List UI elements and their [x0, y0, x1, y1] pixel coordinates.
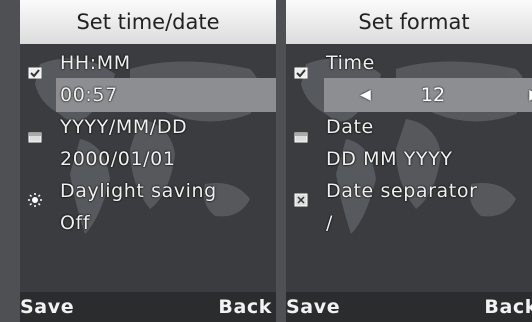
date-separator-value-field[interactable]: /	[286, 207, 532, 239]
date-separator-label-row[interactable]: Date separator	[286, 175, 532, 207]
clock-checkbox-icon	[294, 57, 308, 79]
date-separator-label: Date separator	[326, 180, 478, 202]
save-softkey[interactable]: Save	[20, 292, 74, 322]
set-time-date-screen: Set time/date HH:MM 00:57 YYYY/MM/DD 200…	[20, 0, 276, 322]
save-softkey[interactable]: Save	[286, 292, 340, 322]
hhmm-label: HH:MM	[60, 52, 131, 74]
set-format-screen: Set format Time ◀ 12 ▶ Date DD MM YYYY D…	[286, 0, 532, 322]
date-format-label-row[interactable]: YYYY/MM/DD	[20, 111, 276, 143]
back-softkey[interactable]: Back	[218, 292, 272, 322]
date-value: 2000/01/01	[60, 148, 176, 170]
date-format-value-field[interactable]: DD MM YYYY	[286, 143, 532, 175]
page-title: Set format	[286, 0, 532, 44]
time-format-selector[interactable]: ◀ 12 ▶	[324, 78, 532, 112]
date-format-label: Date	[326, 116, 374, 138]
back-softkey[interactable]: Back	[484, 292, 532, 322]
daylight-saving-value: Off	[60, 212, 91, 234]
time-format-value: 12	[420, 84, 446, 106]
date-format-label: YYYY/MM/DD	[60, 116, 188, 138]
date-format-label-row[interactable]: Date	[286, 111, 532, 143]
date-format-value: DD MM YYYY	[326, 148, 453, 170]
calendar-icon	[294, 121, 308, 143]
time-value-field[interactable]: 00:57	[20, 79, 276, 111]
hhmm-label-row[interactable]: HH:MM	[20, 47, 276, 79]
daylight-saving-label-row[interactable]: Daylight saving	[20, 175, 276, 207]
date-value-field[interactable]: 2000/01/01	[20, 143, 276, 175]
daylight-saving-value-field[interactable]: Off	[20, 207, 276, 239]
daylight-saving-label: Daylight saving	[60, 180, 217, 202]
sun-icon	[28, 185, 42, 207]
separator-box-icon	[294, 185, 308, 207]
time-format-label: Time	[326, 52, 375, 74]
softkey-bar: Save Back	[20, 292, 276, 322]
page-title: Set time/date	[20, 0, 276, 44]
softkey-bar: Save Back	[286, 292, 532, 322]
time-value: 00:57	[60, 84, 118, 106]
date-separator-value: /	[326, 212, 334, 234]
time-format-label-row[interactable]: Time	[286, 47, 532, 79]
clock-checkbox-icon	[28, 57, 42, 79]
calendar-icon	[28, 121, 42, 143]
